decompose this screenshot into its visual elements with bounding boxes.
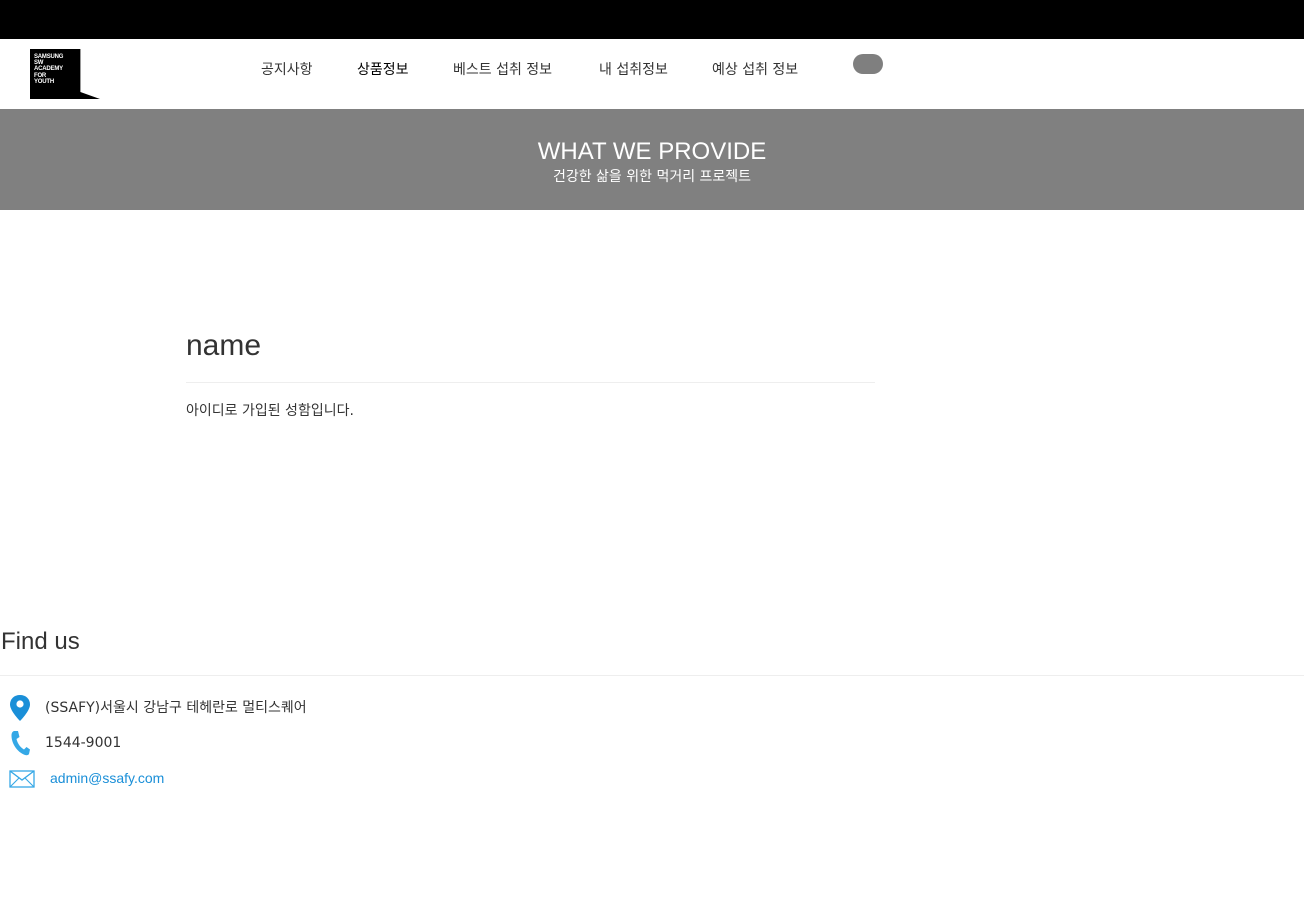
- content-divider: [186, 382, 875, 383]
- nav-toggle-button[interactable]: [853, 54, 883, 74]
- footer: Find us (SSAFY)서울시 강남구 테헤란로 멀티스퀘어 1544-9…: [0, 626, 1304, 788]
- contact-phone-row: 1544-9001: [0, 729, 600, 759]
- nav-item-notice[interactable]: 공지사항: [261, 59, 313, 79]
- address-text: (SSAFY)서울시 강남구 테헤란로 멀티스퀘어: [45, 700, 307, 716]
- top-black-bar: [0, 0, 1304, 39]
- main-content: name 아이디로 가입된 성함입니다.: [186, 326, 875, 421]
- hero-banner: WHAT WE PROVIDE 건강한 삶을 위한 먹거리 프로젝트: [0, 109, 1304, 210]
- envelope-icon: [8, 764, 35, 792]
- nav-item-my-intake[interactable]: 내 섭취정보: [599, 59, 668, 79]
- navbar: SAMSUNG SW ACADEMY FOR YOUTH 공지사항 상품정보 베…: [0, 39, 1304, 109]
- email-link[interactable]: admin@ssafy.com: [50, 769, 164, 787]
- hero-title: WHAT WE PROVIDE: [537, 138, 767, 165]
- info-message: 아이디로 가입된 성함입니다.: [186, 403, 354, 419]
- footer-title: Find us: [1, 628, 80, 655]
- logo-text: SAMSUNG SW ACADEMY FOR YOUTH: [34, 54, 64, 85]
- phone-text: 1544-9001: [45, 735, 122, 751]
- hero-subtitle: 건강한 삶을 위한 먹거리 프로젝트: [552, 169, 752, 185]
- nav-item-best-intake[interactable]: 베스트 섭취 정보: [453, 59, 552, 79]
- footer-divider: [0, 675, 1304, 676]
- contact-email-row: admin@ssafy.com: [0, 764, 600, 794]
- nav-item-expected-intake[interactable]: 예상 섭취 정보: [712, 59, 798, 79]
- phone-icon: [8, 729, 34, 757]
- map-pin-icon: [8, 694, 34, 722]
- nav-item-product-info[interactable]: 상품정보: [357, 59, 409, 79]
- ssafy-logo[interactable]: SAMSUNG SW ACADEMY FOR YOUTH: [30, 49, 100, 99]
- contact-address-row: (SSAFY)서울시 강남구 테헤란로 멀티스퀘어: [0, 694, 600, 724]
- page-title: name: [186, 329, 262, 362]
